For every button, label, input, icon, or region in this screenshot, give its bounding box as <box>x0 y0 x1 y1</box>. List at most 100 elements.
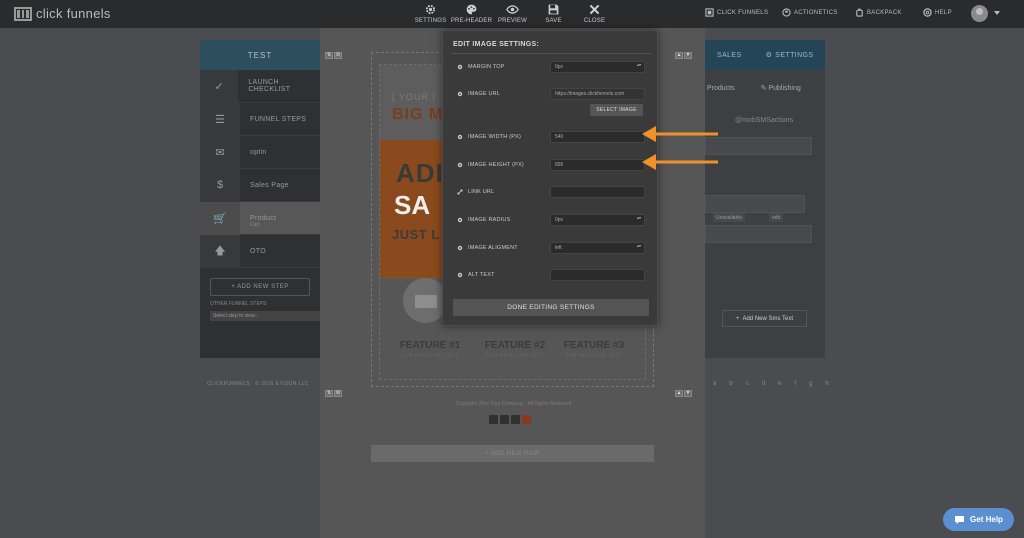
feature-block[interactable]: FEATURE #1 SUB HEADLINE TEXT <box>394 340 466 359</box>
row-controls-right[interactable]: ▲ ▼ <box>675 390 692 397</box>
chevron-up-icon[interactable]: ▲ <box>675 52 683 59</box>
setting-label: ALT TEXT <box>468 272 495 278</box>
sms-field[interactable] <box>705 137 812 155</box>
feature-subtitle: SUB HEADLINE TEXT <box>565 353 623 359</box>
feature-block[interactable]: FEATURE #2 SUB HEADLINE TEXT <box>479 340 551 359</box>
tab-sales[interactable]: SALES <box>705 52 742 59</box>
sms-field-3[interactable] <box>705 225 812 243</box>
tab-publishing-label: Publishing <box>768 85 801 92</box>
user-icon <box>782 8 791 17</box>
add-new-row-button[interactable]: + ADD NEW ROW <box>371 445 654 462</box>
brand-name: click funnels <box>36 6 111 21</box>
preview-button[interactable]: PREVIEW <box>492 1 533 28</box>
nav-click-funnels-label: CLICK FUNNELS <box>717 9 769 16</box>
margin-top-select[interactable]: 0px <box>550 61 645 73</box>
sidebar-item-sales-page[interactable]: $ Sales Page <box>200 168 320 202</box>
brand-logo[interactable]: click funnels <box>14 6 111 21</box>
select-image-button[interactable]: SELECT IMAGE <box>590 104 643 116</box>
hero-banner-line1: ADI <box>396 158 444 188</box>
gear-icon[interactable]: ⚙ <box>334 390 342 397</box>
sidebar-item-optin[interactable]: ✉ optin <box>200 135 320 169</box>
nav-help[interactable]: HELP <box>923 8 952 17</box>
pager-item[interactable]: c <box>746 381 749 387</box>
cart-icon: 🛒 <box>200 201 240 235</box>
tab-publishing[interactable]: ✎ Publishing <box>761 84 801 92</box>
other-funnel-steps-label: OTHER FUNNEL STEPS <box>210 301 267 307</box>
eye-icon <box>506 5 519 14</box>
image-alignment-select[interactable]: left <box>550 242 645 254</box>
social-icons <box>489 415 531 424</box>
chevron-up-icon[interactable]: ▲ <box>675 390 683 397</box>
annotation-arrow-height <box>642 154 718 170</box>
link-url-field[interactable] <box>550 186 645 198</box>
save-button[interactable]: SAVE <box>533 1 574 28</box>
pre-header-button[interactable]: PRE-HEADER <box>451 1 492 28</box>
feature-title: FEATURE #1 <box>399 340 461 351</box>
sidebar-item-funnel-steps[interactable]: ☰ FUNNEL STEPS <box>200 102 320 136</box>
gear-icon <box>425 4 436 15</box>
section-controls-right[interactable]: ▲ ▼ <box>675 52 692 59</box>
sidebar-item-oto[interactable]: 🡅 OTO <box>200 234 320 268</box>
done-editing-button[interactable]: DONE EDITING SETTINGS <box>453 299 649 316</box>
nav-backpack[interactable]: BACKPACK <box>855 8 902 17</box>
save-label: SAVE <box>545 18 562 24</box>
sms-field-2[interactable] <box>705 195 805 213</box>
add-sms-text-button[interactable]: + Add New Sms Text <box>722 310 807 327</box>
setting-alt-text: ALT TEXT <box>443 269 659 283</box>
pager: a b c d e f g h <box>713 381 829 387</box>
twitter-icon[interactable] <box>500 415 509 424</box>
sidebar-item-product[interactable]: 🛒 Product Cart <box>200 201 320 235</box>
image-width-field[interactable]: 540 <box>550 131 645 143</box>
image-height-field[interactable]: 895 <box>550 159 645 171</box>
gear-icon[interactable]: ⚙ <box>334 52 342 59</box>
pager-item[interactable]: g <box>809 381 812 387</box>
pager-item[interactable]: a <box>713 381 716 387</box>
pager-item[interactable]: d <box>762 381 765 387</box>
feature-title: FEATURE #2 <box>484 340 546 351</box>
panel-tabs: SALES ⚙ SETTINGS <box>705 40 825 70</box>
edit-button[interactable]: edit <box>769 213 784 222</box>
image-radius-select[interactable]: 0px <box>550 214 645 226</box>
pager-item[interactable]: e <box>778 381 781 387</box>
google-plus-icon[interactable] <box>522 415 531 424</box>
move-icon[interactable]: ⇅ <box>325 390 333 397</box>
nav-actionetics[interactable]: ACTIONETICS <box>782 8 838 17</box>
hero-pretitle: [ YOUR I <box>392 92 436 102</box>
get-help-button[interactable]: Get Help <box>943 508 1014 531</box>
setting-margin-top: MARGIN TOP 0px <box>443 61 659 75</box>
nav-click-funnels[interactable]: CLICK FUNNELS <box>705 8 768 17</box>
setting-label: MARGIN TOP <box>468 64 505 70</box>
row-controls-left[interactable]: ⇅ ⚙ <box>325 390 342 397</box>
chevron-down-icon[interactable]: ▼ <box>684 390 692 397</box>
step-select[interactable]: Select step to view... <box>210 311 320 321</box>
tab-settings-label: SETTINGS <box>775 51 814 59</box>
image-url-field[interactable]: https://images.clickfunnels.com <box>550 88 645 100</box>
save-icon <box>548 4 559 15</box>
feature-title: FEATURE #3 <box>563 340 625 351</box>
divider <box>451 53 651 54</box>
feature-block[interactable]: FEATURE #3 SUB HEADLINE TEXT <box>558 340 630 359</box>
arrow-up-icon: 🡅 <box>200 234 240 268</box>
close-icon <box>589 4 600 15</box>
settings-button[interactable]: SETTINGS <box>410 1 451 28</box>
pager-item[interactable]: h <box>825 381 828 387</box>
alt-text-field[interactable] <box>550 269 645 281</box>
user-avatar[interactable] <box>971 5 988 22</box>
section-controls-left[interactable]: ⇅ ⚙ <box>325 52 342 59</box>
linkedin-icon[interactable] <box>511 415 520 424</box>
sidebar-item-label: optin <box>250 148 267 156</box>
facebook-icon[interactable] <box>489 415 498 424</box>
top-bar: click funnels SETTINGS PRE-HEADER PREVIE… <box>0 0 1024 28</box>
pager-item[interactable]: f <box>794 381 796 387</box>
sidebar-item-label: FUNNEL STEPS <box>250 115 307 123</box>
add-new-step-button[interactable]: + ADD NEW STEP <box>210 278 310 296</box>
pager-item[interactable]: b <box>729 381 732 387</box>
preview-label: PREVIEW <box>497 18 528 24</box>
chevron-down-icon[interactable] <box>994 11 1000 15</box>
tab-products[interactable]: Products <box>705 85 735 92</box>
sidebar-item-launch-checklist[interactable]: ✓ LAUNCH CHECKLIST <box>200 69 320 103</box>
tab-settings[interactable]: ⚙ SETTINGS <box>766 51 814 60</box>
chevron-down-icon[interactable]: ▼ <box>684 52 692 59</box>
move-icon[interactable]: ⇅ <box>325 52 333 59</box>
close-button[interactable]: CLOSE <box>574 1 615 28</box>
